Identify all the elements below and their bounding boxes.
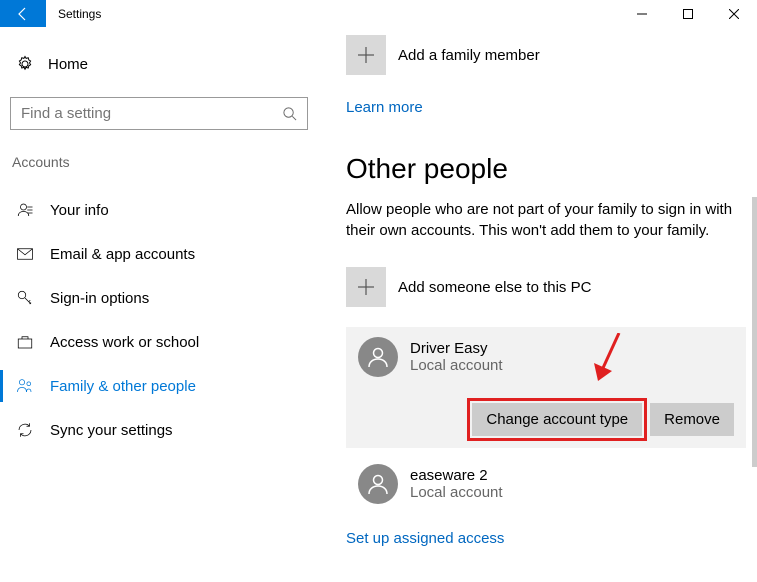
search-box[interactable] xyxy=(10,97,308,130)
user-name: easeware 2 xyxy=(410,467,503,484)
nav-label: Access work or school xyxy=(50,334,199,351)
people-icon xyxy=(16,377,34,395)
user-type: Local account xyxy=(410,357,503,374)
sync-icon xyxy=(16,421,34,439)
minimize-button[interactable] xyxy=(619,0,665,27)
maximize-icon xyxy=(683,9,693,19)
avatar xyxy=(358,464,398,504)
sidebar-item-sync[interactable]: Sync your settings xyxy=(10,408,310,452)
window-title: Settings xyxy=(46,7,101,21)
mail-icon xyxy=(16,245,34,263)
user-type: Local account xyxy=(410,484,503,501)
add-other-row[interactable]: Add someone else to this PC xyxy=(346,267,746,307)
sidebar-item-family[interactable]: Family & other people xyxy=(10,364,310,408)
remove-button[interactable]: Remove xyxy=(650,403,734,436)
home-label: Home xyxy=(48,56,88,73)
user-card-selected[interactable]: Driver Easy Local account Change account… xyxy=(346,327,746,448)
minimize-icon xyxy=(637,9,647,19)
titlebar: Settings xyxy=(0,0,757,27)
other-people-heading: Other people xyxy=(346,153,746,185)
plus-icon xyxy=(356,45,376,65)
arrow-left-icon xyxy=(15,6,31,22)
briefcase-icon xyxy=(16,333,34,351)
nav-label: Sync your settings xyxy=(50,422,173,439)
maximize-button[interactable] xyxy=(665,0,711,27)
window-controls xyxy=(619,0,757,27)
plus-tile xyxy=(346,267,386,307)
nav-label: Sign-in options xyxy=(50,290,149,307)
assigned-access-link[interactable]: Set up assigned access xyxy=(346,530,504,547)
nav-label: Your info xyxy=(50,202,109,219)
add-family-label: Add a family member xyxy=(398,47,540,64)
sidebar-item-signin[interactable]: Sign-in options xyxy=(10,276,310,320)
person-icon xyxy=(366,345,390,369)
add-other-label: Add someone else to this PC xyxy=(398,279,591,296)
nav-label: Family & other people xyxy=(50,378,196,395)
nav-label: Email & app accounts xyxy=(50,246,195,263)
home-nav[interactable]: Home xyxy=(10,47,310,81)
key-icon xyxy=(16,289,34,307)
avatar xyxy=(358,337,398,377)
sidebar-item-email[interactable]: Email & app accounts xyxy=(10,232,310,276)
search-input[interactable] xyxy=(21,105,282,122)
user-name: Driver Easy xyxy=(410,340,503,357)
person-icon xyxy=(16,201,34,219)
user-row[interactable]: easeware 2 Local account xyxy=(346,456,746,512)
learn-more-link[interactable]: Learn more xyxy=(346,99,423,116)
sidebar-item-work[interactable]: Access work or school xyxy=(10,320,310,364)
main-panel: Add a family member Learn more Other peo… xyxy=(320,27,757,582)
arrow-annotation xyxy=(594,333,624,383)
person-icon xyxy=(366,472,390,496)
other-people-desc: Allow people who are not part of your fa… xyxy=(346,199,746,241)
close-icon xyxy=(729,9,739,19)
gear-icon xyxy=(16,55,34,73)
sidebar-item-your-info[interactable]: Your info xyxy=(10,188,310,232)
add-family-row[interactable]: Add a family member xyxy=(346,35,746,75)
section-label: Accounts xyxy=(10,154,310,170)
change-account-type-button[interactable]: Change account type xyxy=(472,403,642,436)
scrollbar-thumb[interactable] xyxy=(752,197,757,467)
plus-tile xyxy=(346,35,386,75)
sidebar: Home Accounts Your info Email & app acco… xyxy=(0,27,320,582)
close-button[interactable] xyxy=(711,0,757,27)
back-button[interactable] xyxy=(0,0,46,27)
plus-icon xyxy=(356,277,376,297)
search-icon xyxy=(282,106,297,121)
